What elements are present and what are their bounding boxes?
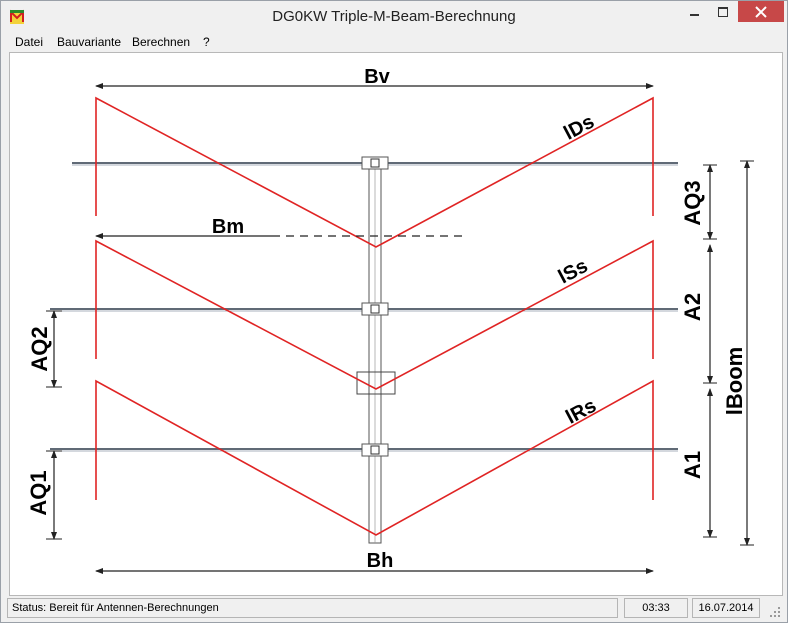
maximize-button[interactable] — [709, 1, 737, 22]
menu-bauvariante[interactable]: Bauvariante — [57, 35, 121, 49]
label-aq3: AQ3 — [680, 180, 705, 225]
close-icon — [755, 5, 767, 18]
title-bar[interactable]: DG0KW Triple-M-Beam-Berechnung — [1, 1, 787, 31]
minimize-button[interactable] — [681, 1, 709, 22]
feed-box — [356, 371, 396, 395]
director-element — [72, 156, 678, 170]
menu-help[interactable]: ? — [203, 35, 210, 49]
app-window: DG0KW Triple-M-Beam-Berechnung Datei Bau… — [0, 0, 788, 623]
label-aq1: AQ1 — [26, 470, 51, 515]
label-iboom: lBoom — [722, 347, 747, 415]
label-irs: lRs — [562, 395, 600, 429]
antenna-diagram-panel: Bv Bm Bh lDs lSs lRs AQ2 AQ1 AQ3 A2 A1 l… — [9, 52, 783, 596]
label-aq2: AQ2 — [27, 326, 52, 371]
reflector-wire — [95, 379, 654, 536]
maximize-icon — [718, 6, 728, 17]
status-bar: Status: Bereit für Antennen-Berechnungen… — [1, 596, 787, 622]
antenna-diagram: Bv Bm Bh lDs lSs lRs AQ2 AQ1 AQ3 A2 A1 l… — [26, 66, 754, 574]
label-bv: Bv — [364, 66, 390, 88]
menu-bar: Datei Bauvariante Berechnen ? — [1, 32, 787, 51]
label-a2: A2 — [680, 293, 705, 321]
window-title: DG0KW Triple-M-Beam-Berechnung — [272, 8, 516, 25]
menu-datei[interactable]: Datei — [15, 35, 43, 49]
label-ids: lDs — [560, 111, 598, 145]
status-date: 16.07.2014 — [692, 598, 760, 618]
label-bm: Bm — [212, 216, 244, 238]
status-text: Status: Bereit für Antennen-Berechnungen — [7, 598, 618, 618]
label-iss: lSs — [555, 255, 592, 289]
radiator-element — [50, 302, 678, 316]
close-button[interactable] — [738, 1, 784, 22]
menu-berechnen[interactable]: Berechnen — [132, 35, 190, 49]
resize-grip-icon[interactable] — [767, 606, 781, 618]
label-a1: A1 — [680, 451, 705, 479]
reflector-element — [50, 443, 678, 457]
boom — [368, 156, 382, 544]
minimize-icon — [690, 13, 699, 16]
label-bh: Bh — [367, 550, 394, 572]
status-time: 03:33 — [624, 598, 688, 618]
